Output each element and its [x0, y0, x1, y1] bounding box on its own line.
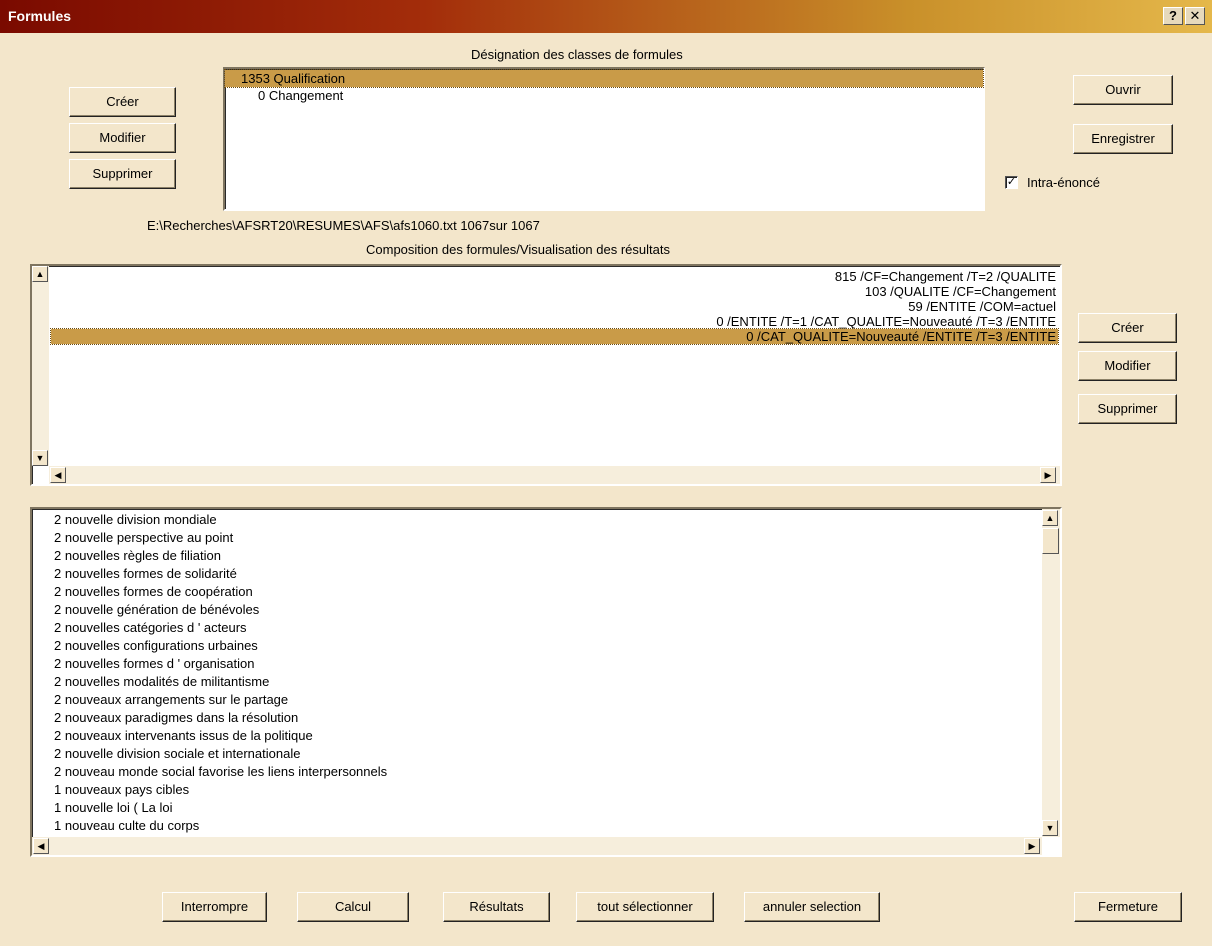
- formula-list-item[interactable]: 0 /ENTITE /T=1 /CAT_QUALITE=Nouveauté /T…: [51, 314, 1058, 329]
- file-path: E:\Recherches\AFSRT20\RESUMES\AFS\afs106…: [147, 218, 540, 233]
- modify-class-button[interactable]: Modifier: [69, 123, 176, 153]
- class-list-item[interactable]: 1353 Qualification: [224, 69, 984, 88]
- scroll-up-arrow-icon[interactable]: ▲: [32, 266, 48, 282]
- title-bar: [0, 0, 1212, 33]
- cancel-selection-button[interactable]: annuler selection: [744, 892, 880, 922]
- result-list-item[interactable]: 2 nouvelles catégories d ' acteurs: [54, 619, 247, 636]
- result-list-item[interactable]: 1 nouveaux pays cibles: [54, 781, 189, 798]
- composition-vscroll-track[interactable]: [32, 266, 49, 466]
- formula-list-item[interactable]: 0 /CAT_QUALITE=Nouveauté /ENTITE /T=3 /E…: [50, 328, 1059, 345]
- save-button[interactable]: Enregistrer: [1073, 124, 1173, 154]
- window-title: Formules: [8, 8, 72, 24]
- formula-list-item[interactable]: 103 /QUALITE /CF=Changement: [51, 284, 1058, 299]
- result-list-item[interactable]: 2 nouvelles formes de solidarité: [54, 565, 237, 582]
- create-class-button[interactable]: Créer: [69, 87, 176, 117]
- interrupt-button[interactable]: Interrompre: [162, 892, 267, 922]
- results-button[interactable]: Résultats: [443, 892, 550, 922]
- result-list-item[interactable]: 1 nouveau culte du corps: [54, 817, 199, 834]
- delete-class-button[interactable]: Supprimer: [69, 159, 176, 189]
- formula-list-item[interactable]: 815 /CF=Changement /T=2 /QUALITE: [51, 269, 1058, 284]
- result-list-item[interactable]: 2 nouvelles configurations urbaines: [54, 637, 258, 654]
- result-list-item[interactable]: 2 nouvelles formes d ' organisation: [54, 655, 254, 672]
- scroll-down-arrow-icon[interactable]: ▼: [1042, 820, 1058, 836]
- result-list-item[interactable]: 1 nouvelle loi ( La loi: [54, 799, 173, 816]
- checkmark-icon: ✓: [1006, 176, 1017, 188]
- result-list-item[interactable]: 2 nouvelles formes de coopération: [54, 583, 253, 600]
- scroll-left-arrow-icon[interactable]: ◀: [50, 467, 66, 483]
- results-hscroll-track[interactable]: [32, 837, 1042, 855]
- create-formula-button[interactable]: Créer: [1078, 313, 1177, 343]
- result-list-item[interactable]: 2 nouvelles règles de filiation: [54, 547, 221, 564]
- result-list-item[interactable]: 2 nouvelle division mondiale: [54, 511, 217, 528]
- result-list-item[interactable]: 2 nouveaux paradigmes dans la résolution: [54, 709, 298, 726]
- composition-list[interactable]: ▲ ▼ 815 /CF=Changement /T=2 /QUALITE 103 …: [30, 264, 1062, 486]
- scroll-left-arrow-icon[interactable]: ◀: [33, 838, 49, 854]
- close-button[interactable]: Fermeture: [1074, 892, 1182, 922]
- result-list-item[interactable]: 2 nouvelle génération de bénévoles: [54, 601, 259, 618]
- intra-enonce-checkbox[interactable]: ✓: [1005, 176, 1018, 189]
- result-list-item[interactable]: 2 nouveaux arrangements sur le partage: [54, 691, 288, 708]
- help-button[interactable]: ?: [1163, 7, 1183, 25]
- scroll-right-arrow-icon[interactable]: ▶: [1024, 838, 1040, 854]
- result-list-item[interactable]: 2 nouvelle division sociale et internati…: [54, 745, 300, 762]
- intra-enonce-label: Intra-énoncé: [1027, 175, 1100, 190]
- formula-list-item[interactable]: 59 /ENTITE /COM=actuel: [51, 299, 1058, 314]
- class-list-item[interactable]: 0 Changement: [225, 87, 983, 104]
- result-list-item[interactable]: 2 nouvelles modalités de militantisme: [54, 673, 269, 690]
- scroll-up-arrow-icon[interactable]: ▲: [1042, 510, 1058, 526]
- modify-formula-button[interactable]: Modifier: [1078, 351, 1177, 381]
- open-button[interactable]: Ouvrir: [1073, 75, 1173, 105]
- compute-button[interactable]: Calcul: [297, 892, 409, 922]
- results-vscroll-track[interactable]: [1042, 509, 1060, 837]
- classes-heading: Désignation des classes de formules: [471, 47, 683, 62]
- delete-formula-button[interactable]: Supprimer: [1078, 394, 1177, 424]
- composition-heading: Composition des formules/Visualisation d…: [366, 242, 670, 257]
- result-list-item[interactable]: 2 nouveaux intervenants issus de la poli…: [54, 727, 313, 744]
- classes-list[interactable]: 1353 Qualification 0 Changement: [223, 67, 985, 211]
- composition-hscroll-track[interactable]: [49, 466, 1060, 484]
- scroll-down-arrow-icon[interactable]: ▼: [32, 450, 48, 466]
- close-window-button[interactable]: ✕: [1185, 7, 1205, 25]
- scroll-right-arrow-icon[interactable]: ▶: [1040, 467, 1056, 483]
- results-vscroll-thumb[interactable]: [1042, 528, 1059, 554]
- results-list[interactable]: 2 nouvelle division mondiale 2 nouvelle p…: [30, 507, 1062, 857]
- result-list-item[interactable]: 2 nouveau monde social favorise les lien…: [54, 763, 387, 780]
- select-all-button[interactable]: tout sélectionner: [576, 892, 714, 922]
- result-list-item[interactable]: 2 nouvelle perspective au point: [54, 529, 233, 546]
